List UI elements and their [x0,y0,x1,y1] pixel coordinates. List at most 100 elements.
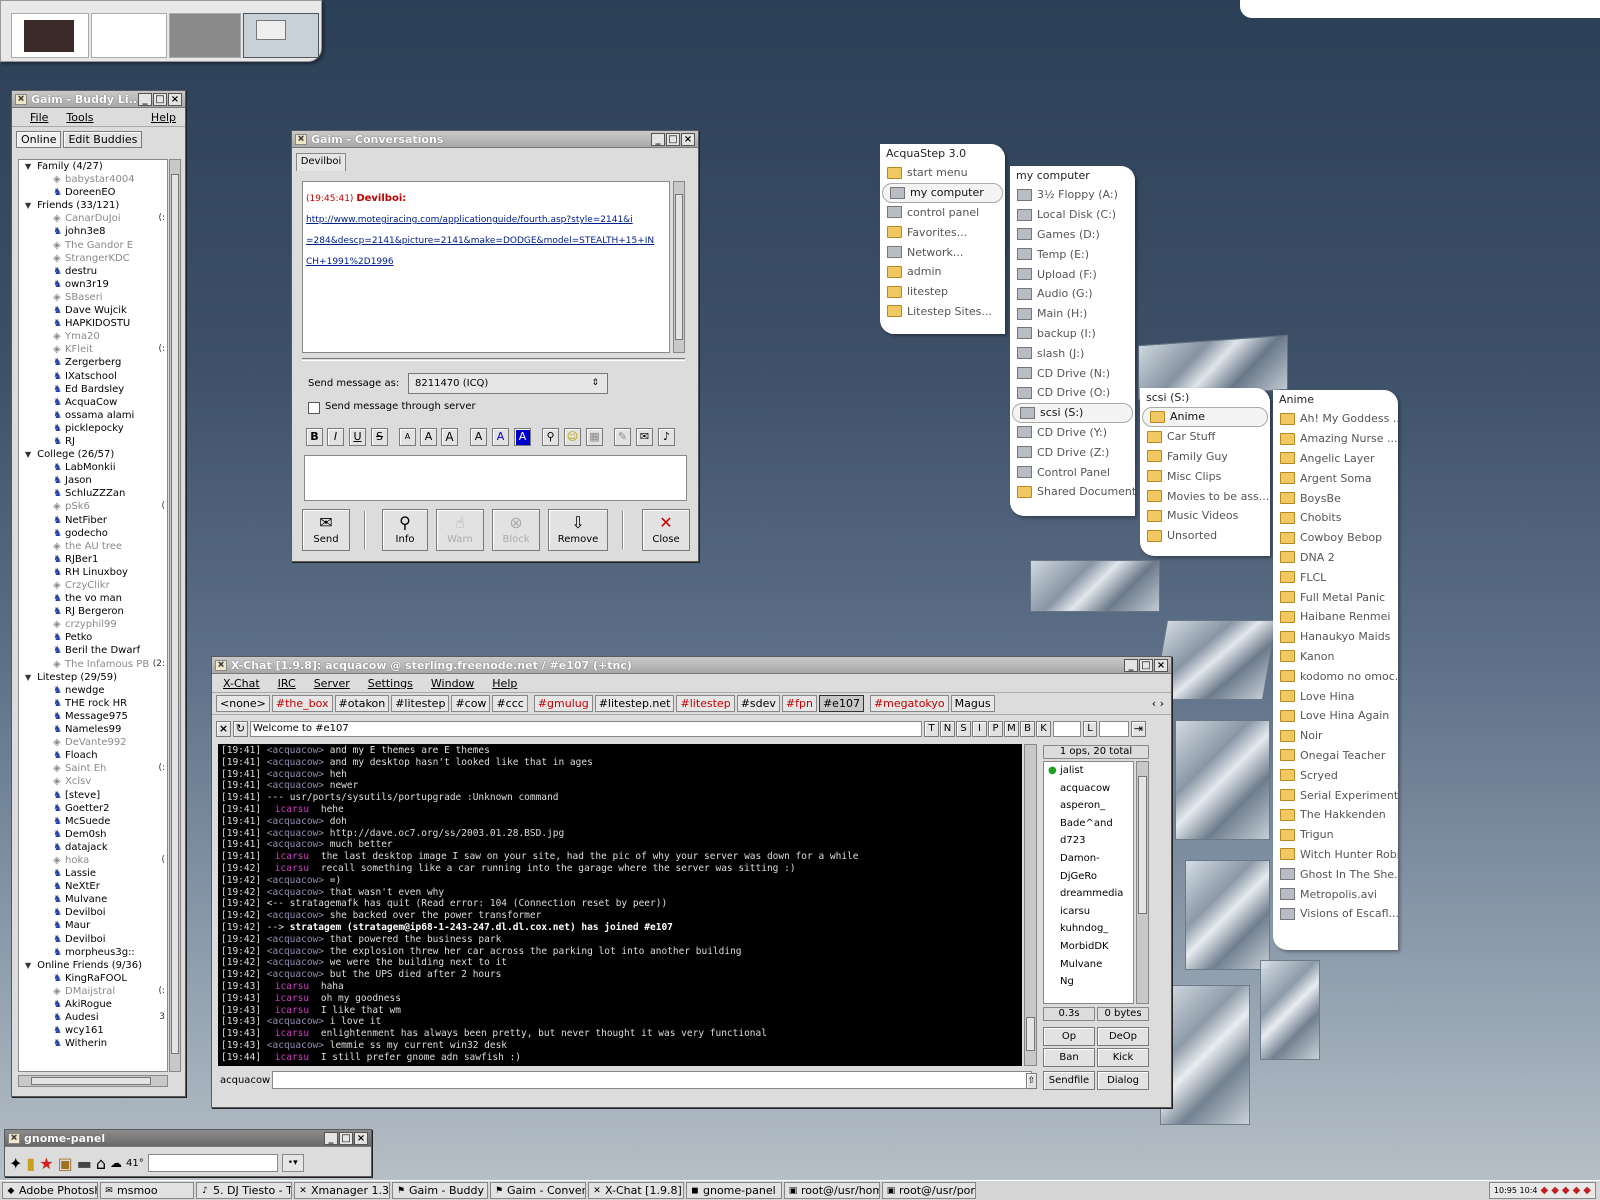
user-list-item[interactable]: ● jalist [1044,762,1133,780]
menu-item[interactable]: FLCL [1273,567,1398,587]
menu-item[interactable]: Kanon [1273,647,1398,667]
menu-tools[interactable]: Tools [57,111,102,124]
menu-item[interactable]: Chobits [1273,508,1398,528]
close-button[interactable]: × [681,132,695,146]
close-tab-icon[interactable]: × [216,721,231,737]
close-button[interactable]: × [354,1131,368,1145]
menu-item[interactable]: Audio (G:) [1010,284,1135,304]
menu-window[interactable]: Window [422,677,483,690]
scroll-thumb[interactable] [31,1077,151,1085]
buddy-row[interactable]: ◈ pSk6 ( [19,500,167,513]
buddy-row[interactable]: ♞ SchluZZZan [19,487,167,500]
buddy-row[interactable]: ♞ KingRaFOOL [19,972,167,985]
buddy-row[interactable]: ◈ Xclsv [19,775,167,788]
menu-item[interactable]: Haibane Renmei [1273,607,1398,627]
channel-tab[interactable]: #gmulug [533,695,593,712]
channel-tab[interactable]: <none> [216,695,270,712]
buddy-row[interactable]: ♞ the vo man [19,592,167,605]
taskbar-button[interactable]: ⚑ Gaim - Buddy Li [392,1182,488,1199]
line-nick[interactable]: <acquacow> [267,780,324,791]
menu-item[interactable]: Control Panel [1010,462,1135,482]
pane-divider[interactable] [302,358,685,361]
buddy-row[interactable]: ♞ LabMonkii [19,461,167,474]
message-link[interactable]: http://www.motegiracing.com/applicationg… [306,210,666,231]
xchat-title-bar[interactable]: × X-Chat [1.9.8]: acquacow @ sterling.fre… [212,657,1171,674]
pager-desktop-1[interactable] [11,13,89,58]
menu-item[interactable]: my computer [882,182,1003,203]
taskbar-button[interactable]: ✕ X-Chat [1.9.8]: a [588,1182,684,1199]
smiley-icon[interactable]: ☺ [564,428,581,446]
buddy-hscrollbar[interactable] [18,1075,168,1087]
tab-online[interactable]: Online [16,131,62,148]
line-nick[interactable]: icarsu [267,1028,315,1039]
buddy-row[interactable]: ♞ IXatschool [19,370,167,383]
menu-irc[interactable]: IRC [269,677,305,690]
user-list-item[interactable]: kuhndog_ [1044,920,1133,938]
mode-button[interactable]: S [956,721,971,737]
user-list-item[interactable]: d723 [1044,832,1133,850]
buddy-row[interactable]: ♞ HAPKIDOSTU [19,317,167,330]
buddy-row[interactable]: ♞ Floach [19,749,167,762]
sound-toggle-icon[interactable]: ✉ [636,428,653,446]
send-as-select[interactable]: 8211470 (ICQ) ⇕ [408,373,608,394]
user-list-item[interactable]: asperon_ [1044,797,1133,815]
italic-button[interactable]: I [327,428,344,446]
buddy-row[interactable]: ◈ SBaseri [19,291,167,304]
menu-item[interactable]: Music Videos [1140,506,1270,526]
line-nick[interactable]: icarsu [267,993,315,1004]
line-nick[interactable]: <acquacow> [267,957,324,968]
user-list-item[interactable]: icarsu [1044,903,1133,921]
user-list-item[interactable]: dreammedia [1044,885,1133,903]
buddy-group[interactable]: ▼ Friends (33/121) [19,199,167,212]
chat-vscrollbar[interactable] [1024,744,1037,1066]
block-button[interactable]: ⊗ Block [492,509,540,551]
line-nick[interactable]: --> [267,922,284,933]
buddy-row[interactable]: ♞ DoreenEO [19,186,167,199]
channel-tab[interactable]: #fpn [781,695,817,712]
buddy-row[interactable]: ◈ babystar4004 [19,173,167,186]
menu-item[interactable]: admin [880,262,1005,282]
buddy-row[interactable]: ♞ McSuede [19,815,167,828]
reload-icon[interactable]: ↻ [233,721,248,737]
menu-item[interactable]: BoysBe [1273,488,1398,508]
expander-icon[interactable]: ▼ [25,450,31,459]
menu-item[interactable]: Trigun [1273,825,1398,845]
user-list-item[interactable]: Ng [1044,973,1133,991]
menu-item[interactable]: Serial Experiment... [1273,785,1398,805]
channel-tab[interactable]: #litestep [391,695,450,712]
buddy-row[interactable]: ♞ Witherin [19,1037,167,1050]
menu-item[interactable]: DNA 2 [1273,548,1398,568]
close-conv-button[interactable]: ✕ Close [642,509,690,551]
line-nick[interactable]: icarsu [267,1005,315,1016]
line-nick[interactable]: <-- [267,898,284,909]
menu-item[interactable]: Angelic Layer [1273,449,1398,469]
menu-item[interactable]: Unsorted [1140,526,1270,546]
topic-input[interactable]: Welcome to #e107 [250,721,922,737]
buddy-row[interactable]: ♞ picklepocky [19,422,167,435]
menu-item[interactable]: kodomo no omoc... [1273,666,1398,686]
buddy-row[interactable]: ♞ Audesi 3 [19,1011,167,1024]
menu-xchat[interactable]: X-Chat [214,677,269,690]
user-list-item[interactable]: Bade^and [1044,815,1133,833]
buddy-row[interactable]: ◈ Saint Eh (: [19,762,167,775]
buddy-row[interactable]: ♞ Devilboi [19,933,167,946]
buddy-row[interactable]: ♞ AkiRogue [19,998,167,1011]
buddy-row[interactable]: ♞ Beril the Dwarf [19,644,167,657]
pager-desktop-4[interactable] [243,13,319,58]
conv-title-bar[interactable]: × Gaim - Conversations _ □ × [292,131,698,148]
line-nick[interactable]: icarsu [267,851,315,862]
taskbar-button[interactable]: ▣root@/usr/home [784,1182,880,1199]
close-button[interactable]: × [168,92,182,106]
panel-run-input[interactable] [147,1154,278,1172]
buddy-row[interactable]: ◈ CrzyClikr [19,579,167,592]
buddy-row[interactable]: ◈ hoka ( [19,854,167,867]
channel-tab[interactable]: Magus [950,695,995,712]
speaker-icon[interactable]: ♪ [658,428,675,446]
expander-icon[interactable]: ▼ [25,201,31,210]
channel-tab[interactable]: #litestep.net [594,695,675,712]
buddy-row[interactable]: ♞ Dem0sh [19,828,167,841]
taskbar-button[interactable]: ◼ gnome-panel [686,1182,782,1199]
buddy-group[interactable]: ▼ Online Friends (9/36) [19,959,167,972]
buddy-group[interactable]: ▼ Family (4/27) [19,160,167,173]
message-input[interactable] [272,1071,1032,1089]
